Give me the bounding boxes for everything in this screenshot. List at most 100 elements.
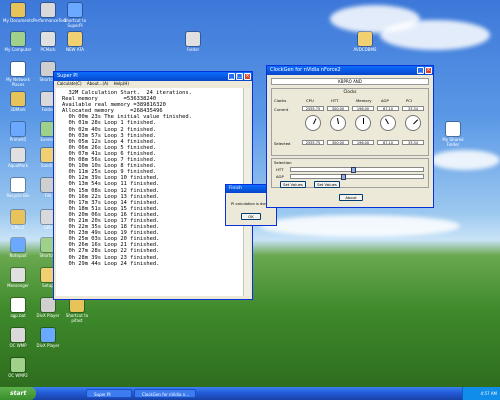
desktop-icon[interactable]: Folder: [178, 32, 208, 52]
about-button[interactable]: About: [339, 194, 363, 201]
clockgen-titlebar[interactable]: ClockGen for nVidia nForce2 _ ×: [267, 66, 433, 75]
desktop-icon[interactable]: My Shared Folder: [438, 122, 468, 147]
desktop-icon[interactable]: OC WMP2: [3, 358, 33, 378]
ok-button[interactable]: OK: [241, 213, 261, 220]
close-button[interactable]: ×: [244, 73, 251, 80]
desktop-icon-image: [41, 32, 55, 46]
desktop-icon[interactable]: OC WMP: [3, 328, 33, 348]
desktop-icon[interactable]: My Computer: [3, 32, 33, 52]
start-button[interactable]: start: [0, 387, 36, 400]
menu-calculate[interactable]: Calculate(C): [57, 81, 82, 86]
desktop-icon-image: [68, 3, 82, 17]
desktop-icon[interactable]: AquaMark: [3, 148, 33, 168]
cloud: [380, 20, 490, 50]
desktop-icon[interactable]: AVDCDBMS: [350, 32, 380, 52]
desktop-icon[interactable]: DivX Player: [33, 298, 63, 318]
desktop-icon[interactable]: Messenger: [3, 268, 33, 288]
desktop-icon-label: NEW ATA: [65, 47, 85, 52]
clocks-label: Clocks: [272, 89, 428, 95]
desktop-icon-label: DivX Player: [36, 313, 60, 318]
desktop-icon-label: 3DMark: [10, 107, 26, 112]
menu-help[interactable]: Help(H): [114, 81, 129, 86]
minimize-button[interactable]: _: [417, 67, 424, 74]
maximize-button[interactable]: □: [236, 73, 243, 80]
desktop-icon[interactable]: Prime95: [3, 122, 33, 142]
gauge-needle: [385, 118, 389, 125]
desktop-icon[interactable]: agp.bat: [3, 298, 33, 318]
desktop-icon[interactable]: PCMark: [33, 32, 63, 52]
desktop-icon-image: [358, 32, 372, 46]
desktop-icon-image: [11, 92, 25, 106]
desktop-icon-label: CPU-Z: [11, 225, 25, 230]
clock-column-header: Memory: [356, 98, 372, 103]
gauge-dial: [355, 115, 371, 131]
current-value: 33.34: [402, 106, 424, 111]
desktop-icon-label: AVDCDBMS: [353, 47, 377, 52]
selection-label: Selection: [274, 160, 292, 165]
gauge-dial: [380, 115, 396, 131]
taskbar-superpi[interactable]: Super PI: [86, 389, 132, 398]
gauge-needle: [413, 119, 419, 125]
desktop-icon-image: [11, 328, 25, 342]
htt-slider[interactable]: [290, 167, 424, 173]
desktop-icon[interactable]: Recycle Bin: [3, 178, 33, 198]
desktop-icon[interactable]: DivX Player: [33, 328, 63, 348]
selected-value: 33.34: [402, 140, 424, 145]
selected-value: 196.00: [352, 140, 374, 145]
desktop-icon[interactable]: 3DMark: [3, 92, 33, 112]
selected-value: 2555.75: [302, 140, 324, 145]
desktop-icon-image: [11, 122, 25, 136]
pll-selector[interactable]: KBPRO AND: [271, 78, 429, 85]
clock-column-header: CPU: [306, 98, 314, 103]
cloud: [430, 150, 500, 170]
desktop-icon-label: Recycle Bin: [6, 193, 30, 198]
menu-about[interactable]: About...(A): [87, 81, 109, 86]
desktop-icon-label: PCMark: [40, 47, 56, 52]
desktop-icon[interactable]: CPU-Z: [3, 210, 33, 230]
desktop-icon-label: agp.bat: [10, 313, 26, 318]
desktop-icon-image: [11, 268, 25, 282]
taskbar-clockgen[interactable]: ClockGen for nVidia n...: [134, 389, 196, 398]
minimize-button[interactable]: _: [228, 73, 235, 80]
system-tray-clock: 4:57 AM: [462, 387, 500, 400]
desktop-icon[interactable]: Notepad: [3, 238, 33, 258]
clock-column-header: PCI: [406, 98, 413, 103]
clockgen-title: ClockGen for nVidia nForce2: [270, 67, 341, 73]
desktop-icon-label: My Computer: [4, 47, 32, 52]
clockgen-window[interactable]: ClockGen for nVidia nForce2 _ × KBPRO AN…: [266, 65, 434, 208]
gauge-needle: [363, 118, 364, 124]
desktop-icon-image: [41, 3, 55, 17]
agp-slider[interactable]: [290, 174, 424, 180]
desktop-icon[interactable]: NEW ATA: [60, 32, 90, 52]
desktop-icon[interactable]: My Network Places: [3, 62, 33, 87]
desktop-icon-label: PerformanceTest: [33, 18, 67, 23]
superpi-window[interactable]: Super PI _ □ × Calculate(C) About...(A) …: [53, 71, 253, 300]
desktop-icon-image: [70, 298, 84, 312]
desktop-icon-image: [11, 210, 25, 224]
gauge-dial: [330, 115, 346, 131]
desktop-icon[interactable]: Shortcut to SuperPi: [60, 3, 90, 28]
selection-panel: Selection HTT AGP Set Values Set Values: [271, 158, 429, 188]
current-value: 300.00: [327, 106, 349, 111]
dialog-message: PI calculation is done!: [231, 202, 271, 206]
selected-value: 300.00: [327, 140, 349, 145]
desktop-icon-image: [11, 148, 25, 162]
desktop-icon[interactable]: Shortcut to pifast: [62, 298, 92, 323]
set-values-button[interactable]: Set Values: [280, 181, 306, 188]
current-value: 196.00: [352, 106, 374, 111]
desktop-icon[interactable]: My Documents: [3, 3, 33, 23]
output-line: 0h 29m 44s Loop 24 finished.: [62, 260, 160, 267]
desktop-icon-image: [11, 238, 25, 252]
set-values-button-2[interactable]: Set Values: [314, 181, 340, 188]
desktop-icon-image: [41, 298, 55, 312]
desktop-icon[interactable]: PerformanceTest: [33, 3, 67, 23]
gauge-needle: [336, 118, 339, 125]
superpi-titlebar[interactable]: Super PI _ □ ×: [54, 72, 252, 81]
desktop-icon-label: Folder: [186, 47, 200, 52]
close-button[interactable]: ×: [425, 67, 432, 74]
agp-slider-thumb[interactable]: [341, 174, 346, 180]
desktop-icon-label: OC WMP2: [8, 373, 28, 378]
htt-slider-thumb[interactable]: [351, 167, 356, 173]
superpi-output: 32M Calculation Start. 24 iterations. Rea…: [56, 88, 243, 296]
taskbar: start Super PI ClockGen for nVidia n... …: [0, 387, 500, 400]
